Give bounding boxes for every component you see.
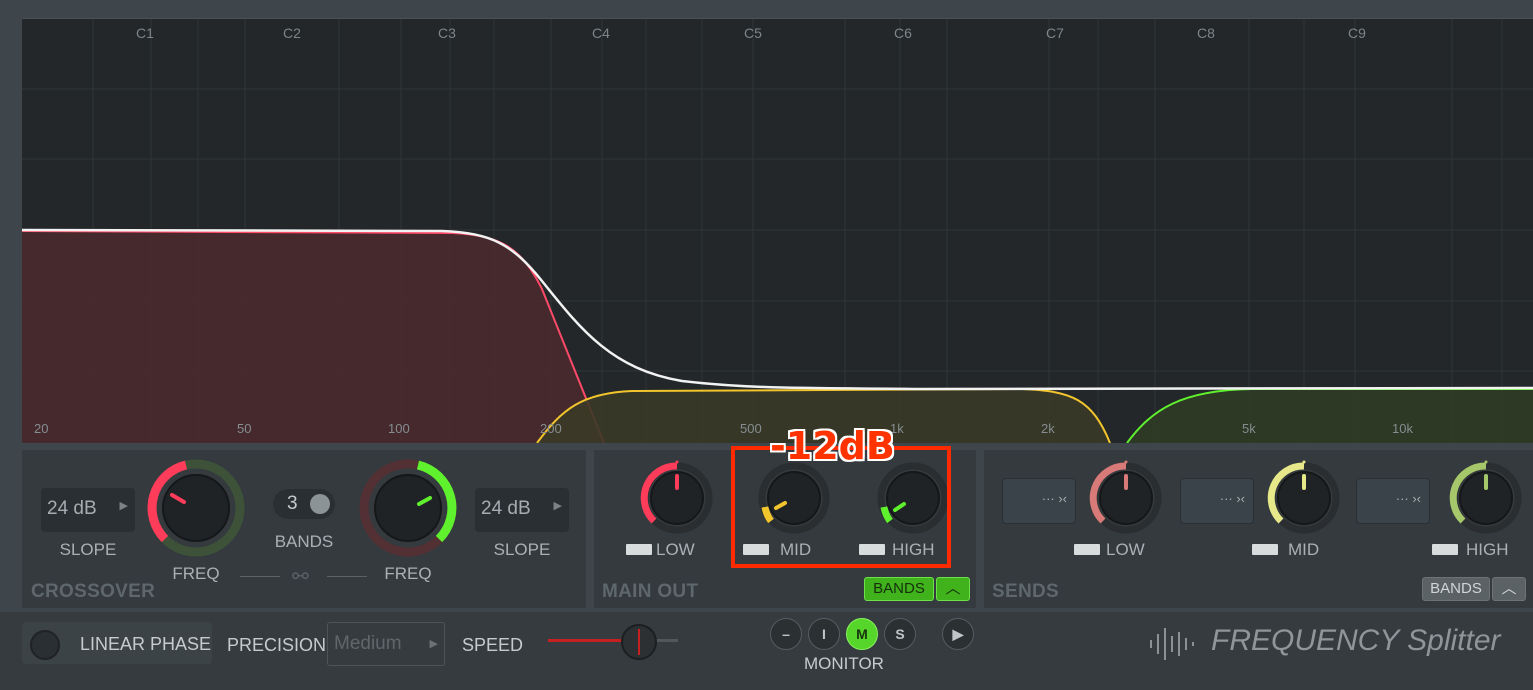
monitor-m-button[interactable]: M: [846, 618, 878, 650]
monitor-mute-button[interactable]: –: [770, 618, 802, 650]
linear-phase-label: LINEAR PHASE: [80, 634, 212, 654]
crossover-panel: 24 dB ▶ SLOPE FREQ 3 BANDS ⚯ FREQ 24 dB: [22, 450, 586, 608]
route-icon: ··· ›‹: [1041, 491, 1067, 506]
slope-right-label: SLOPE: [493, 540, 551, 559]
toggle-knob-icon: [310, 494, 330, 514]
main-out-section-label: MAIN OUT: [602, 581, 699, 602]
note-label: C5: [744, 25, 762, 41]
freq-label: 500: [740, 421, 762, 436]
waveform-logo-icon: [1150, 628, 1194, 660]
send-high-knob[interactable]: [1448, 460, 1524, 536]
chevron-right-icon: ▶: [119, 500, 128, 512]
route-icon: ··· ›‹: [1219, 491, 1245, 506]
main-low-knob[interactable]: [639, 460, 715, 536]
note-label: C7: [1046, 25, 1064, 41]
monitor-label: MONITOR: [804, 654, 884, 673]
note-label: C8: [1197, 25, 1215, 41]
frequency-graph[interactable]: C1 C2 C3 C4 C5 C6 C7 C8 C9 20 50 100 200…: [22, 18, 1533, 443]
note-label: C2: [283, 25, 301, 41]
send-high-target[interactable]: ··· ›‹: [1356, 478, 1430, 524]
send-low-knob[interactable]: [1088, 460, 1164, 536]
slope-right-value: 24 dB: [481, 498, 531, 519]
precision-select[interactable]: Medium ▶: [327, 622, 445, 666]
send-mid-led[interactable]: [1252, 544, 1278, 555]
link-icon[interactable]: ⚯: [292, 564, 309, 589]
precision-label: PRECISION: [227, 635, 327, 655]
route-icon: ··· ›‹: [1395, 491, 1421, 506]
linear-phase-toggle[interactable]: LINEAR PHASE: [22, 622, 212, 664]
main-out-bands-button[interactable]: BANDS: [864, 577, 934, 601]
sends-section-label: SENDS: [992, 581, 1059, 602]
send-high-label: HIGH: [1466, 540, 1509, 559]
bands-value: 3: [287, 493, 298, 514]
bands-label: BANDS: [274, 532, 334, 551]
speed-slider-handle[interactable]: [621, 624, 657, 660]
freq-right-label: FREQ: [384, 564, 432, 583]
main-low-label: LOW: [656, 540, 695, 559]
led-icon: [30, 630, 60, 660]
chevron-up-icon: ︿: [1501, 580, 1517, 597]
main-out-collapse-button[interactable]: ︿: [936, 577, 970, 601]
freq-label: 20: [34, 421, 49, 436]
link-line: [240, 576, 280, 577]
plugin-title: FREQUENCY Splitter: [1211, 624, 1501, 657]
sends-collapse-button[interactable]: ︿: [1492, 577, 1526, 601]
chevron-right-icon: ▶: [429, 638, 438, 650]
chevron-right-icon: ▶: [553, 500, 562, 512]
note-label: C6: [894, 25, 912, 41]
freq-label: 200: [540, 421, 562, 436]
monitor-i-button[interactable]: I: [808, 618, 840, 650]
main-low-led[interactable]: [626, 544, 652, 555]
freq-label: 50: [237, 421, 252, 436]
slope-left-select[interactable]: 24 dB ▶: [41, 488, 135, 532]
crossover-section-label: CROSSOVER: [31, 581, 156, 602]
freq-right-knob[interactable]: [358, 458, 458, 558]
send-low-led[interactable]: [1074, 544, 1100, 555]
annotation-text: -12dB: [770, 424, 895, 468]
send-high-led[interactable]: [1432, 544, 1458, 555]
freq-label: 10k: [1392, 421, 1413, 436]
sends-bands-button[interactable]: BANDS: [1422, 577, 1490, 601]
sends-panel: ··· ›‹ LOW ··· ›‹ MID ··· ›‹ HIGH SENDS …: [984, 450, 1533, 608]
note-label: C1: [136, 25, 154, 41]
send-low-label: LOW: [1106, 540, 1145, 559]
plugin-window: C1 C2 C3 C4 C5 C6 C7 C8 C9 20 50 100 200…: [0, 0, 1533, 690]
bands-toggle[interactable]: 3: [273, 489, 335, 519]
precision-value: Medium: [334, 633, 402, 654]
freq-left-label: FREQ: [172, 564, 220, 583]
note-label: C3: [438, 25, 456, 41]
freq-left-knob[interactable]: [146, 458, 246, 558]
send-low-target[interactable]: ··· ›‹: [1002, 478, 1076, 524]
graph-svg: [22, 19, 1533, 443]
note-label: C4: [592, 25, 610, 41]
bottom-bar: LINEAR PHASE PRECISION Medium ▶ SPEED – …: [0, 612, 1533, 690]
send-mid-label: MID: [1288, 540, 1320, 559]
monitor-play-button[interactable]: ▶: [942, 618, 974, 650]
freq-label: 100: [388, 421, 410, 436]
slope-left-label: SLOPE: [59, 540, 117, 559]
slope-right-select[interactable]: 24 dB ▶: [475, 488, 569, 532]
slope-left-value: 24 dB: [47, 498, 97, 519]
play-icon: ▶: [952, 626, 964, 642]
speed-label: SPEED: [462, 635, 524, 655]
monitor-s-button[interactable]: S: [884, 618, 916, 650]
freq-label: 5k: [1242, 421, 1256, 436]
freq-label: 2k: [1041, 421, 1055, 436]
send-mid-target[interactable]: ··· ›‹: [1180, 478, 1254, 524]
chevron-up-icon: ︿: [945, 580, 961, 597]
low-band-fill: [22, 231, 604, 443]
send-mid-knob[interactable]: [1266, 460, 1342, 536]
note-label: C9: [1348, 25, 1366, 41]
